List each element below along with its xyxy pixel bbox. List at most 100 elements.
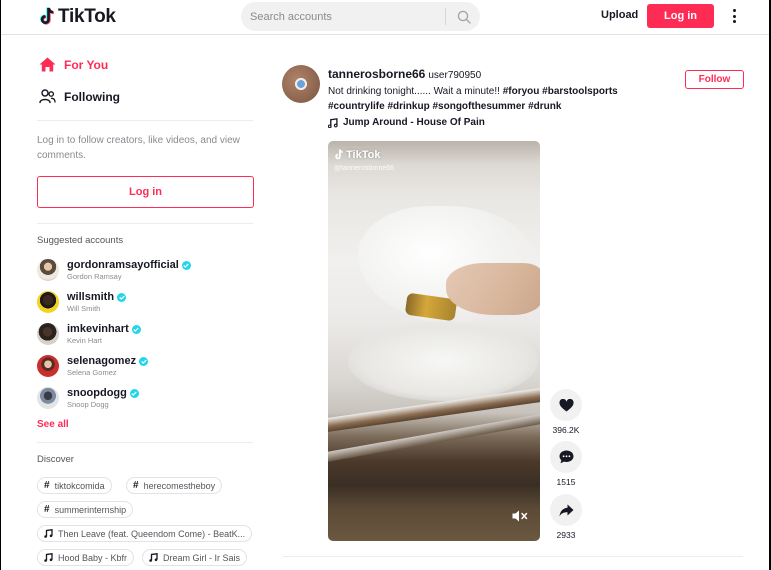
tiktok-note-icon — [335, 149, 343, 160]
video-watermark: TikTok — [334, 149, 380, 161]
account-handle: snoopdogg — [67, 386, 127, 399]
divider — [37, 442, 253, 443]
discover-music-chip[interactable]: Dream Girl - Ir Sais — [142, 549, 248, 566]
sidebar: For You Following Log in to follow creat… — [1, 36, 271, 570]
hashtag-icon: # — [44, 504, 50, 515]
divider — [37, 223, 253, 224]
hashtag-link[interactable]: #countrylife — [328, 101, 385, 112]
music-title: Jump Around - House Of Pain — [343, 117, 485, 128]
account-name: Gordon Ramsay — [67, 271, 122, 281]
hashtag-icon: # — [44, 480, 50, 491]
avatar — [37, 291, 59, 313]
home-icon — [39, 57, 56, 72]
chip-label: tiktokcomida — [54, 480, 105, 491]
discover-hashtag-chip[interactable]: # herecomestheboy — [126, 477, 223, 494]
account-name: Snoop Dogg — [67, 399, 109, 409]
music-note-icon — [44, 529, 53, 538]
music-note-icon — [149, 553, 158, 562]
avatar — [37, 387, 59, 409]
login-hint-text: Log in to follow creators, like videos, … — [37, 135, 240, 161]
search-icon — [457, 10, 471, 24]
discover-music-chip[interactable]: Then Leave (feat. Queendom Come) - BeatK… — [37, 525, 253, 542]
chip-label: Dream Girl - Ir Sais — [163, 552, 241, 563]
post-header: tannerosborne66 user790950 — [328, 67, 481, 81]
dot — [732, 9, 736, 12]
upload-link[interactable]: Upload — [601, 9, 638, 21]
users-icon — [39, 89, 56, 104]
nav-following[interactable]: Following — [39, 89, 120, 104]
feed-divider — [283, 556, 743, 557]
watermark-text: TikTok — [346, 149, 381, 161]
suggested-account[interactable]: imkevinhart Kevin Hart — [37, 321, 141, 347]
discover-hashtag-chip[interactable]: # tiktokcomida — [37, 477, 112, 494]
suggested-account[interactable]: snoopdogg Snoop Dogg — [37, 385, 139, 411]
suggested-account[interactable]: selenagomez Selena Gomez — [37, 353, 149, 379]
avatar — [37, 259, 59, 281]
search-divider — [445, 8, 446, 25]
like-button[interactable] — [550, 389, 582, 421]
search-button[interactable] — [448, 2, 480, 31]
account-name: Will Smith — [67, 303, 101, 313]
post-author-avatar[interactable] — [282, 65, 320, 103]
video-frame-detail — [348, 321, 538, 401]
top-header: TikTok Upload Log in — [1, 0, 769, 35]
suggested-account[interactable]: gordonramsayofficial Gordon Ramsay — [37, 257, 191, 283]
account-handle: imkevinhart — [67, 322, 129, 335]
hashtag-link[interactable]: #foryou — [503, 86, 540, 97]
hashtag-link[interactable]: #drunk — [528, 101, 561, 112]
account-handle: willsmith — [67, 290, 115, 303]
search-bar — [241, 2, 480, 31]
like-action: 396.2K — [550, 389, 582, 435]
heart-icon — [558, 398, 574, 411]
suggested-account[interactable]: willsmith Will Smith — [37, 289, 127, 315]
tiktok-logo[interactable]: TikTok — [39, 6, 116, 28]
search-input[interactable] — [241, 2, 446, 31]
avatar — [37, 355, 59, 377]
share-icon — [559, 504, 573, 516]
share-action: 2933 — [550, 494, 582, 540]
account-handle: selenagomez — [67, 354, 137, 367]
nav-for-you[interactable]: For You — [39, 57, 108, 72]
hashtag-link[interactable]: #barstoolsports — [542, 86, 618, 97]
account-name: Kevin Hart — [67, 335, 103, 345]
follow-button[interactable]: Follow — [685, 70, 744, 89]
nav-label: Following — [64, 89, 120, 104]
hashtag-link[interactable]: #drinkup — [387, 101, 429, 112]
dot — [732, 20, 736, 23]
comment-button[interactable] — [550, 441, 582, 473]
like-count: 396.2K — [552, 425, 580, 435]
header-login-button[interactable]: Log in — [647, 4, 714, 28]
video-frame-detail — [446, 263, 540, 315]
more-options-icon[interactable] — [727, 7, 741, 25]
music-note-icon — [44, 553, 53, 562]
verified-icon — [131, 324, 141, 334]
caption-text: Not drinking tonight...... Wait a minute… — [328, 86, 500, 97]
divider — [37, 120, 253, 121]
see-all-link[interactable]: See all — [37, 419, 69, 430]
comment-action: 1515 — [550, 441, 582, 487]
dot — [732, 14, 736, 18]
verified-icon — [139, 356, 149, 366]
discover-hashtag-chip[interactable]: # summerinternship — [37, 501, 134, 518]
account-handle: gordonramsayofficial — [67, 258, 179, 271]
hashtag-link[interactable]: #songofthesummer — [432, 101, 525, 112]
post-music-link[interactable]: Jump Around - House Of Pain — [328, 117, 485, 128]
watermark-user: @tannerosborne66 — [334, 165, 395, 172]
post-author-handle[interactable]: tannerosborne66 — [328, 67, 425, 81]
share-button[interactable] — [550, 494, 582, 526]
music-note-icon — [328, 117, 338, 128]
sidebar-login-button[interactable]: Log in — [37, 176, 254, 208]
mute-icon[interactable] — [512, 509, 528, 527]
chip-label: Hood Baby - Kbfr — [58, 552, 128, 563]
chip-label: Then Leave (feat. Queendom Come) - BeatK… — [58, 528, 246, 539]
tiktok-note-icon — [39, 7, 55, 27]
suggested-accounts-title: Suggested accounts — [37, 235, 124, 246]
chip-label: summerinternship — [54, 504, 127, 515]
nav-label: For You — [64, 57, 109, 72]
discover-music-chip[interactable]: Hood Baby - Kbfr — [37, 549, 135, 566]
post-caption: Not drinking tonight...... Wait a minute… — [328, 84, 658, 114]
video-player[interactable]: TikTok @tannerosborne66 — [328, 141, 540, 541]
logo-text: TikTok — [58, 6, 116, 27]
verified-icon — [129, 388, 139, 398]
avatar — [37, 323, 59, 345]
